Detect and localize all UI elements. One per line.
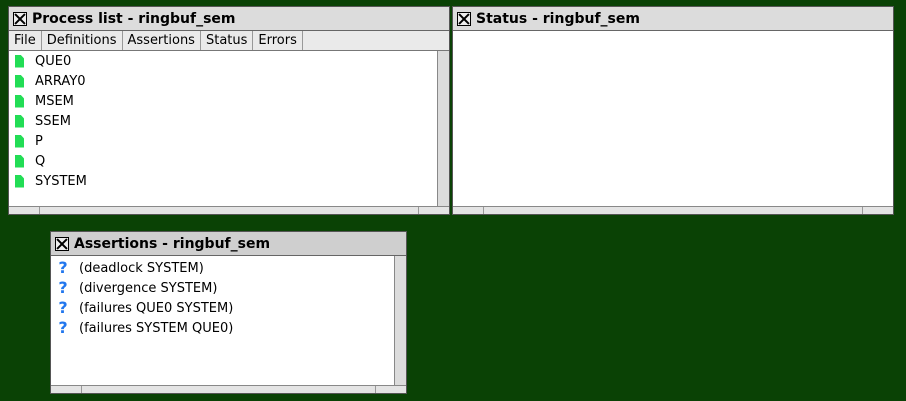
process-name: P [35,133,43,149]
assertions-list: ? (deadlock SYSTEM) ? (divergence SYSTEM… [51,256,406,385]
assertions-window: Assertions - ringbuf_sem ? (deadlock SYS… [50,231,407,394]
status-window: Status - ringbuf_sem [452,6,894,215]
menu-assertions[interactable]: Assertions [123,31,201,50]
process-list-window: Process list - ringbuf_sem File Definiti… [8,6,450,215]
process-file-icon [15,154,24,168]
assertions-titlebar[interactable]: Assertions - ringbuf_sem [51,232,406,256]
assertion-text: (failures QUE0 SYSTEM) [79,300,234,316]
assertion-text: (deadlock SYSTEM) [79,260,204,276]
status-titlebar[interactable]: Status - ringbuf_sem [453,7,893,31]
window-title: Process list - ringbuf_sem [32,10,236,27]
process-file-icon [15,54,24,68]
process-item[interactable]: Q [9,151,449,171]
close-icon[interactable] [55,236,69,251]
question-icon: ? [58,298,68,317]
process-file-icon [15,134,24,148]
process-item[interactable]: SSEM [9,111,449,131]
process-name: Q [35,153,46,169]
process-file-icon [15,174,24,188]
assertion-item[interactable]: ? (failures QUE0 SYSTEM) [51,298,406,318]
assertion-item[interactable]: ? (failures SYSTEM QUE0) [51,318,406,338]
horizontal-scrollbar[interactable] [9,206,449,214]
process-file-icon [15,114,24,128]
window-title: Status - ringbuf_sem [476,10,640,27]
process-item[interactable]: SYSTEM [9,171,449,191]
process-list-titlebar[interactable]: Process list - ringbuf_sem [9,7,449,31]
menu-bar: File Definitions Assertions Status Error… [9,31,449,51]
process-name: MSEM [35,93,74,109]
process-name: QUE0 [35,53,72,69]
process-item[interactable]: ARRAY0 [9,71,449,91]
menu-definitions[interactable]: Definitions [42,31,123,50]
close-icon[interactable] [13,11,27,26]
menu-file[interactable]: File [9,31,42,50]
process-file-icon [15,74,24,88]
process-name: SSEM [35,113,71,129]
status-content [453,31,893,206]
question-icon: ? [58,318,68,337]
process-file-icon [15,94,24,108]
horizontal-scrollbar[interactable] [51,385,406,393]
assertion-text: (divergence SYSTEM) [79,280,218,296]
menu-errors[interactable]: Errors [253,31,303,50]
process-name: SYSTEM [35,173,87,189]
assertion-text: (failures SYSTEM QUE0) [79,320,234,336]
window-title: Assertions - ringbuf_sem [74,235,271,252]
vertical-scrollbar[interactable] [437,51,449,206]
process-item[interactable]: MSEM [9,91,449,111]
close-icon[interactable] [457,11,471,26]
process-name: ARRAY0 [35,73,86,89]
vertical-scrollbar[interactable] [394,256,406,385]
menu-status[interactable]: Status [201,31,254,50]
process-item[interactable]: QUE0 [9,51,449,71]
process-list: QUE0 ARRAY0 MSEM SSEM P Q SYSTEM [9,51,449,206]
assertion-item[interactable]: ? (deadlock SYSTEM) [51,258,406,278]
question-icon: ? [58,258,68,277]
question-icon: ? [58,278,68,297]
assertion-item[interactable]: ? (divergence SYSTEM) [51,278,406,298]
process-item[interactable]: P [9,131,449,151]
horizontal-scrollbar[interactable] [453,206,893,214]
